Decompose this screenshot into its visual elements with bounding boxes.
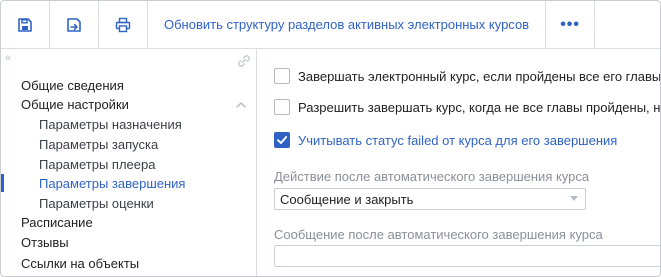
more-options-button[interactable]: •••	[546, 1, 596, 48]
sidebar-item-assignment-params[interactable]: Параметры назначения	[39, 115, 182, 135]
chevron-down-icon	[570, 196, 578, 201]
message-after-completion-input[interactable]	[274, 245, 660, 267]
option-consider-failed-status[interactable]: Учитывать статус failed от курса для его…	[274, 131, 617, 149]
sidebar-item-grading-params[interactable]: Параметры оценки	[39, 194, 154, 214]
checkbox[interactable]	[274, 68, 290, 84]
message-after-completion-label: Сообщение после автоматического завершен…	[274, 227, 603, 242]
sidebar-item-object-links[interactable]: Ссылки на объекты	[21, 254, 139, 274]
sidebar-item-reviews[interactable]: Отзывы	[21, 233, 69, 253]
sidebar-nav: « Общие сведения Общие настройки Парамет…	[1, 49, 257, 276]
sidebar-item-player-params[interactable]: Параметры плеера	[39, 155, 155, 175]
floppy-save-icon	[18, 17, 32, 32]
sidebar-item-schedule[interactable]: Расписание	[21, 213, 93, 233]
save-and-close-button[interactable]	[50, 1, 99, 48]
toolbar: Обновить структуру разделов активных эле…	[1, 1, 660, 49]
print-button[interactable]	[99, 1, 148, 48]
option-allow-partial-completion[interactable]: Разрешить завершать курс, когда не все г…	[274, 98, 661, 116]
completion-settings-panel: Завершать электронный курс, если пройден…	[258, 49, 661, 276]
action-after-completion-label: Действие после автоматического завершени…	[274, 169, 590, 184]
option-label: Учитывать статус failed от курса для его…	[298, 132, 618, 148]
checkbox[interactable]	[274, 99, 290, 115]
active-item-indicator	[1, 174, 4, 192]
chevron-up-icon[interactable]	[234, 98, 248, 112]
save-button[interactable]	[1, 1, 50, 48]
checkbox-checked[interactable]	[274, 132, 290, 148]
sidebar-item-launch-params[interactable]: Параметры запуска	[39, 135, 158, 155]
sidebar-item-completion-params[interactable]: Параметры завершения	[39, 174, 185, 194]
option-label: Завершать электронный курс, если пройден…	[298, 68, 661, 84]
checkmark-icon	[277, 136, 288, 144]
printer-icon	[115, 17, 131, 32]
option-complete-all-chapters[interactable]: Завершать электронный курс, если пройден…	[274, 67, 661, 85]
option-label: Разрешить завершать курс, когда не все г…	[298, 99, 661, 115]
app-window: Обновить структуру разделов активных эле…	[0, 0, 661, 277]
collapse-sidebar-icon[interactable]: «	[5, 52, 11, 64]
action-after-completion-select[interactable]: Сообщение и закрыть	[274, 188, 586, 210]
sidebar-item-general-info[interactable]: Общие сведения	[21, 76, 124, 96]
sidebar-item-general-settings[interactable]: Общие настройки	[21, 95, 129, 115]
link-icon[interactable]	[237, 54, 251, 68]
save-close-icon	[67, 17, 81, 32]
update-structure-button[interactable]: Обновить структуру разделов активных эле…	[148, 1, 547, 48]
select-value: Сообщение и закрыть	[280, 191, 414, 207]
